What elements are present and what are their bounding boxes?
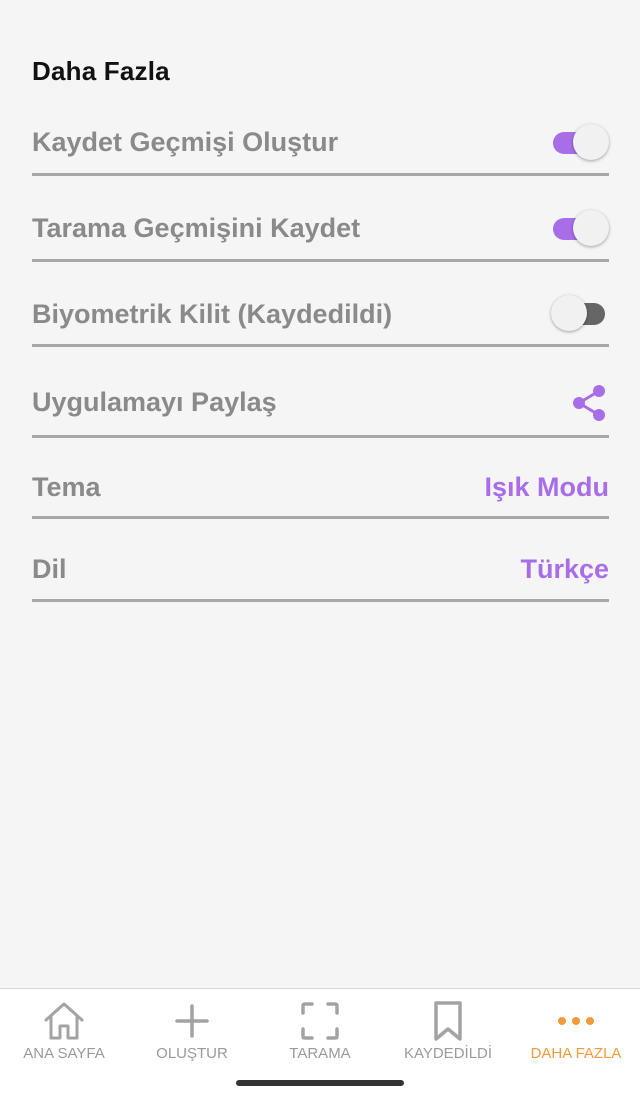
home-icon — [41, 999, 87, 1043]
home-indicator[interactable] — [236, 1080, 404, 1086]
share-icon[interactable] — [569, 383, 609, 423]
scan-icon — [297, 999, 343, 1043]
nav-label: TARAMA — [289, 1045, 351, 1062]
nav-item-home[interactable]: ANA SAYFA — [0, 989, 128, 1069]
setting-row-biometric-lock[interactable]: Biyometrik Kilit (Kaydedildi) — [32, 284, 609, 347]
setting-label: Tema — [32, 471, 101, 502]
setting-row-save-scan-history[interactable]: Tarama Geçmişini Kaydet — [32, 198, 609, 262]
setting-label: Uygulamayı Paylaş — [32, 387, 277, 417]
save-scan-history-toggle[interactable] — [553, 209, 609, 249]
nav-label: ANA SAYFA — [23, 1045, 105, 1062]
setting-row-share-app[interactable]: Uygulamayı Paylaş — [32, 370, 609, 438]
setting-label: Kaydet Geçmişi Oluştur — [32, 127, 339, 157]
setting-row-language[interactable]: Dil Türkçe — [32, 540, 609, 602]
page-title: Daha Fazla — [32, 56, 170, 86]
bookmark-icon — [425, 999, 471, 1043]
nav-item-saved[interactable]: KAYDEDİLDİ — [384, 989, 512, 1069]
nav-label: KAYDEDİLDİ — [403, 1045, 493, 1062]
toggle-knob — [573, 209, 609, 246]
plus-icon — [169, 999, 215, 1043]
setting-row-save-create-history[interactable]: Kaydet Geçmişi Oluştur — [32, 112, 609, 176]
setting-label: Biyometrik Kilit (Kaydedildi) — [32, 298, 393, 329]
toggle-knob — [551, 295, 587, 331]
toggle-knob — [573, 123, 609, 160]
setting-row-theme[interactable]: Tema Işık Modu — [32, 458, 609, 519]
setting-label: Dil — [32, 554, 67, 584]
nav-label: DAHA FAZLA — [530, 1045, 622, 1062]
nav-item-create[interactable]: OLUŞTUR — [128, 989, 256, 1069]
more-dots-icon — [553, 999, 599, 1043]
settings-screen: Daha Fazla Kaydet Geçmişi Oluştur Tarama… — [0, 0, 640, 1102]
theme-value[interactable]: Işık Modu — [484, 472, 609, 503]
nav-label: OLUŞTUR — [156, 1045, 228, 1062]
nav-item-scan[interactable]: TARAMA — [256, 989, 384, 1069]
biometric-lock-toggle[interactable] — [551, 294, 609, 334]
save-create-history-toggle[interactable] — [553, 123, 609, 163]
setting-label: Tarama Geçmişini Kaydet — [32, 213, 361, 243]
language-value[interactable]: Türkçe — [520, 554, 609, 585]
nav-item-more[interactable]: DAHA FAZLA — [512, 989, 640, 1069]
